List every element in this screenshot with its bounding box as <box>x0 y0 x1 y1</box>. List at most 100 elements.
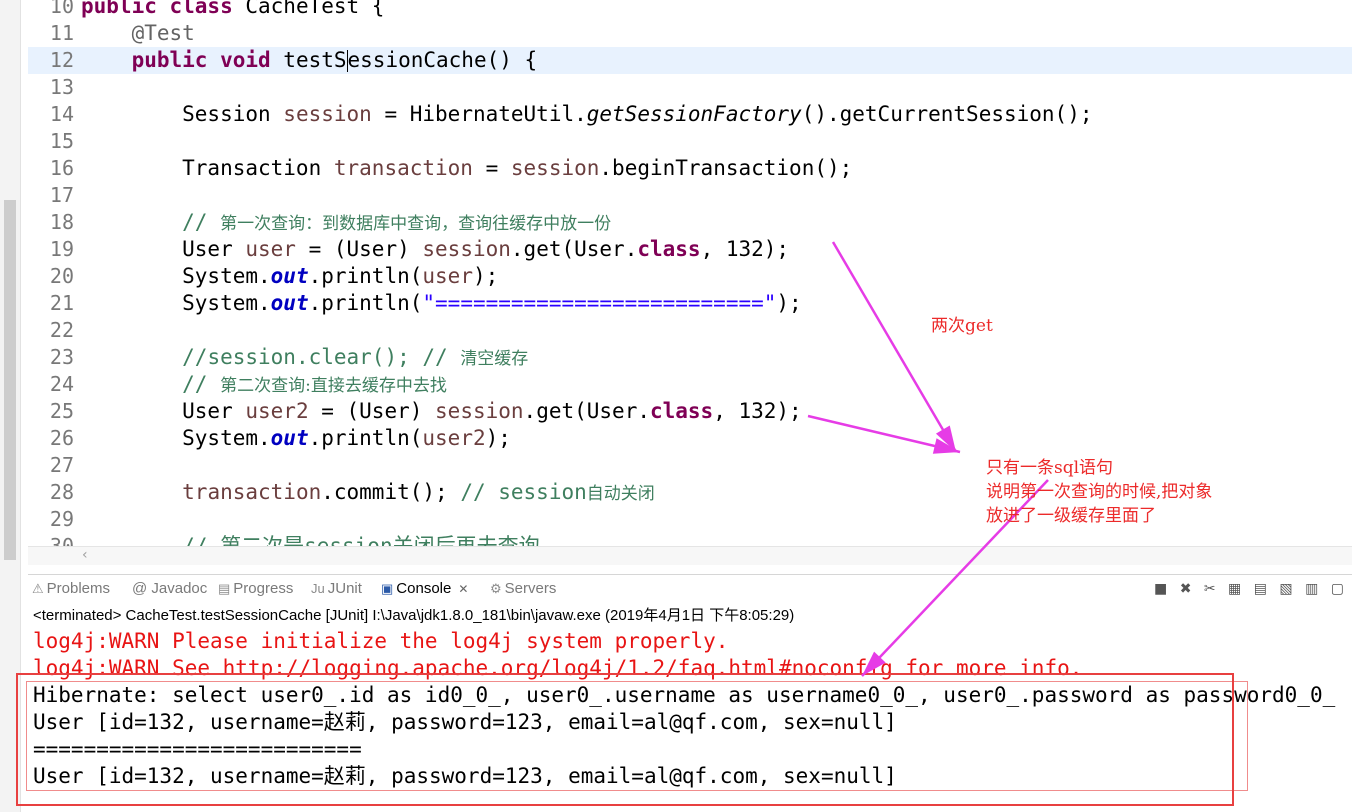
progress-icon: ▤ <box>218 580 231 596</box>
code-token: = <box>472 156 511 180</box>
code-text: System.out.println("====================… <box>81 290 802 317</box>
line-number: 25 <box>49 399 74 423</box>
code-token: .println( <box>308 291 423 315</box>
code-text: // 第一次查询：到数据库中查询，查询往缓存中放一份 <box>81 209 611 238</box>
code-token: class <box>637 237 701 261</box>
code-line[interactable]: 10 public class CacheTest { <box>28 0 1352 20</box>
code-token: "==========================" <box>422 291 777 315</box>
console-process-header: <terminated> CacheTest.testSessionCache … <box>33 607 795 624</box>
code-token: // 第二次是session关闭后再去查询 <box>182 534 540 546</box>
line-number: 29 <box>49 507 74 531</box>
code-line[interactable]: 17 <box>28 182 1352 209</box>
line-number: 27 <box>49 453 74 477</box>
tab-label: @ Javadoc <box>132 580 208 597</box>
code-token: 自动关闭 <box>586 484 655 504</box>
console-icon: ▣ <box>381 580 394 596</box>
servers-tab[interactable]: ⚙ Servers <box>490 580 556 597</box>
line-number: 11 <box>49 21 74 45</box>
servers-icon: ⚙ <box>490 580 502 596</box>
highlight-box-outer <box>16 673 1234 806</box>
left-scrollbar-thumb[interactable] <box>4 200 16 560</box>
console-tab[interactable]: ▣ Console ✕ <box>381 580 468 597</box>
line-number: 24 <box>49 372 74 396</box>
line-number: 19 <box>49 237 74 261</box>
code-line[interactable]: 15 <box>28 128 1352 155</box>
code-line[interactable]: 13 <box>28 74 1352 101</box>
console-toolbar-icons[interactable]: ■ ✖ ✂ ▦ ▤ ▧ ▥ ▢ <box>1154 581 1348 597</box>
code-token: testS <box>283 48 347 72</box>
tab-label: Progress <box>233 580 294 597</box>
code-token: , 132); <box>713 399 802 423</box>
line-number: 16 <box>49 156 74 180</box>
code-line[interactable]: 12 public void testSessionCache() { <box>28 47 1352 74</box>
editor-horizontal-scrollbar[interactable]: ‹ <box>28 546 1352 565</box>
code-token: 第一次查询：到数据库中查询，查询往缓存中放一份 <box>220 214 612 234</box>
close-icon[interactable]: ✕ <box>458 582 468 596</box>
line-number: 22 <box>49 318 74 342</box>
code-token: user <box>245 237 296 261</box>
code-token: user2 <box>422 426 486 450</box>
code-line[interactable]: 11 @Test <box>28 20 1352 47</box>
code-text: // 第二次查询:直接去缓存中去找 <box>81 371 447 400</box>
problems-icon: ⚠ <box>32 580 44 596</box>
code-token: ().getCurrentSession(); <box>801 102 1093 126</box>
code-line[interactable]: 20 System.out.println(user); <box>28 263 1352 290</box>
console-output-line: log4j:WARN Please initialize the log4j s… <box>33 629 729 653</box>
code-line[interactable]: 21 System.out.println("=================… <box>28 290 1352 317</box>
line-number: 18 <box>49 210 74 234</box>
code-token: transaction <box>182 480 322 504</box>
code-line[interactable]: 14 Session session = HibernateUtil.getSe… <box>28 101 1352 128</box>
code-line[interactable]: 19 User user = (User) session.get(User.c… <box>28 236 1352 263</box>
code-token: ); <box>776 291 802 315</box>
code-text: //session.clear(); // 清空缓存 <box>81 344 528 373</box>
code-token: .get(User. <box>523 399 650 423</box>
code-token: = HibernateUtil. <box>371 102 587 126</box>
code-token: // session <box>460 480 587 504</box>
code-token: .println( <box>308 426 423 450</box>
progress-tab[interactable]: ▤ Progress <box>218 580 293 597</box>
line-number: 14 <box>49 102 74 126</box>
code-token: getSessionFactory <box>586 102 802 126</box>
code-token: .println( <box>308 264 423 288</box>
code-line[interactable]: 23 //session.clear(); // 清空缓存 <box>28 344 1352 371</box>
code-line[interactable]: 25 User user2 = (User) session.get(User.… <box>28 398 1352 425</box>
code-text: User user = (User) session.get(User.clas… <box>81 236 789 263</box>
code-token: = (User) <box>308 399 436 423</box>
code-token: user <box>422 264 473 288</box>
line-number: 26 <box>49 426 74 450</box>
code-token: //session.clear(); // <box>182 345 461 369</box>
code-line[interactable]: 18 // 第一次查询：到数据库中查询，查询往缓存中放一份 <box>28 209 1352 236</box>
code-token: transaction <box>333 156 473 180</box>
code-line[interactable]: 16 Transaction transaction = session.beg… <box>28 155 1352 182</box>
junit-tab[interactable]: Ju JUnit <box>311 580 362 597</box>
line-number: 23 <box>49 345 74 369</box>
code-token: User <box>81 399 246 423</box>
problems-tab[interactable]: ⚠ Problems <box>32 580 110 597</box>
code-line[interactable]: 22 <box>28 317 1352 344</box>
code-line[interactable]: 24 // 第二次查询:直接去缓存中去找 <box>28 371 1352 398</box>
code-token: 第二次查询:直接去缓存中去找 <box>220 376 447 396</box>
code-token: // <box>182 210 221 234</box>
code-token: out <box>270 291 309 315</box>
line-number: 28 <box>49 480 74 504</box>
tab-label: Servers <box>504 580 557 597</box>
line-number: 12 <box>49 48 74 72</box>
code-token: 清空缓存 <box>460 349 529 369</box>
line-number: 15 <box>49 129 74 153</box>
code-text: System.out.println(user); <box>81 263 498 290</box>
code-text: User user2 = (User) session.get(User.cla… <box>81 398 802 425</box>
tab-label: Problems <box>46 580 111 597</box>
code-token: System. <box>81 264 271 288</box>
javadoc-tab[interactable]: @ Javadoc <box>132 580 207 597</box>
line-number: 13 <box>49 75 74 99</box>
scroll-left-icon[interactable]: ‹ <box>82 547 88 563</box>
code-line[interactable]: 30 // 第二次是session关闭后再去查询 <box>28 533 1352 546</box>
code-token: public void <box>131 48 284 72</box>
code-line[interactable]: 26 System.out.println(user2); <box>28 425 1352 452</box>
code-token: User <box>81 237 246 261</box>
